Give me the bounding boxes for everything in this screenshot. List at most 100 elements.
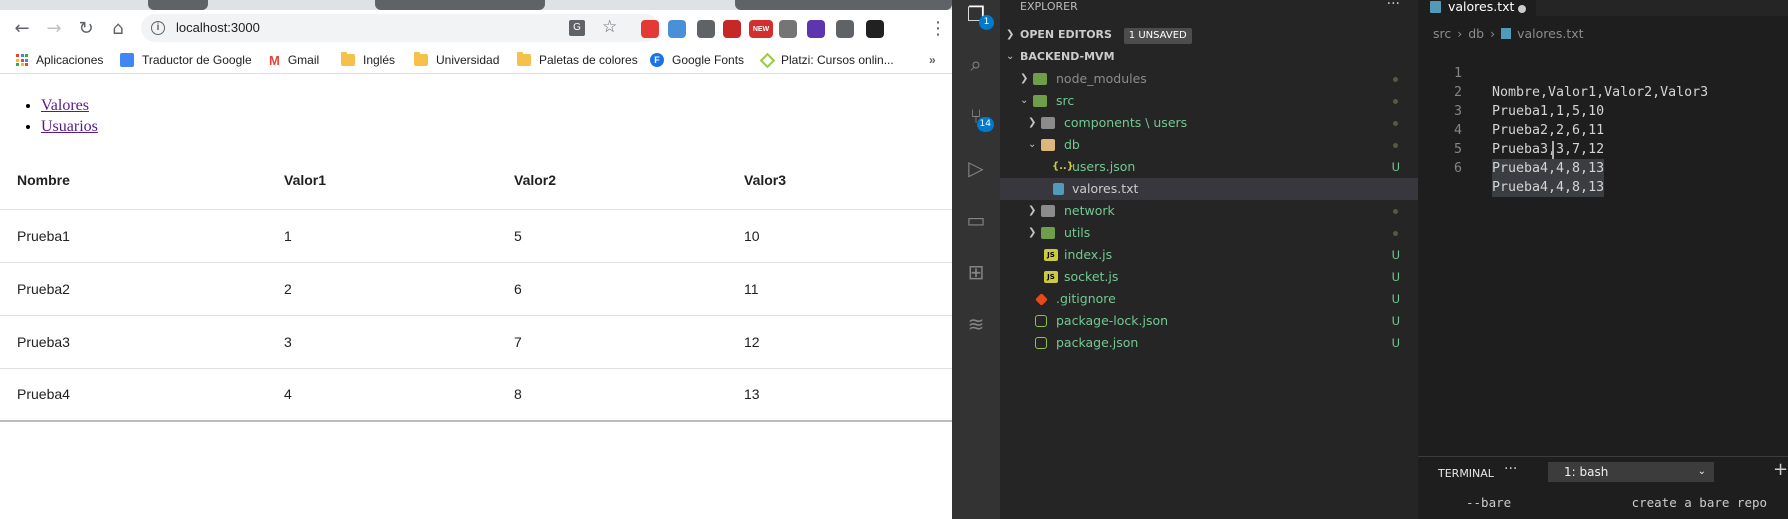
git-file-icon <box>1035 293 1048 306</box>
bookmarks-bar: Aplicaciones Traductor de Google M Gmail… <box>0 46 952 74</box>
bookmark-label: Universidad <box>436 53 500 67</box>
link-valores[interactable]: Valores <box>41 97 89 114</box>
bookmark-label: Aplicaciones <box>36 53 104 67</box>
tree-item-package-json[interactable]: package.json U <box>1000 332 1418 354</box>
folder-icon <box>1041 205 1055 217</box>
extension-blue-icon[interactable] <box>668 20 686 38</box>
explorer-title: EXPLORER <box>1020 0 1078 13</box>
bookmark-translate[interactable]: Traductor de Google <box>120 52 252 68</box>
table-cell: Prueba2 <box>0 262 267 316</box>
docker-icon[interactable]: ≋ <box>962 310 990 338</box>
bookmark-star-icon[interactable]: ☆ <box>602 17 617 37</box>
tree-item-components[interactable]: ❯ components \ users <box>1000 112 1418 134</box>
more-bookmarks-chevron-icon[interactable]: » <box>929 52 936 68</box>
breadcrumb-item[interactable]: src <box>1433 26 1451 41</box>
tree-item-db[interactable]: ⌄ db <box>1000 134 1418 156</box>
bookmark-ingles[interactable]: Inglés <box>341 52 395 68</box>
reload-button[interactable]: ↻ <box>72 14 100 42</box>
section-label: OPEN EDITORS <box>1020 28 1112 41</box>
json-file-icon: {..} <box>1052 161 1074 172</box>
extensions-icon[interactable]: ⊞ <box>962 258 990 286</box>
tree-item-package-lock-json[interactable]: package-lock.json U <box>1000 310 1418 332</box>
text-cursor <box>1552 141 1554 159</box>
browser-tab[interactable] <box>148 0 208 10</box>
git-status-untracked: U <box>1391 314 1400 328</box>
adblock-icon[interactable] <box>641 20 659 38</box>
code-line: 5 Prueba4,4,8,13 <box>1418 121 1788 178</box>
link-usuarios[interactable]: Usuarios <box>41 118 98 135</box>
folder-icon <box>1041 227 1055 239</box>
puzzle-icon[interactable] <box>836 20 854 38</box>
code-line: 6 Prueba4,4,8,13 <box>1418 140 1788 197</box>
bookmark-universidad[interactable]: Universidad <box>414 52 499 68</box>
table-cell: 2 <box>267 262 497 316</box>
tree-item-network[interactable]: ❯ network <box>1000 200 1418 222</box>
translate-icon[interactable]: G <box>569 20 585 36</box>
search-icon[interactable]: ⌕ <box>962 50 990 78</box>
table-row: Prueba1 1 5 10 <box>0 209 952 263</box>
tree-item-gitignore[interactable]: .gitignore U <box>1000 288 1418 310</box>
browser-window: ← → ↻ ⌂ i localhost:3000 G ☆ ⋮ NEW Aplic… <box>0 0 952 519</box>
unsaved-dot-icon[interactable] <box>1518 5 1526 13</box>
scm-badge: 14 <box>976 117 994 132</box>
table-cell: 8 <box>514 386 522 403</box>
tree-item-src[interactable]: ⌄ src <box>1000 90 1418 112</box>
explorer-files-icon[interactable]: ❐ 1 <box>962 0 994 30</box>
back-button[interactable]: ← <box>8 14 36 42</box>
column-header: Valor2 <box>497 151 727 210</box>
git-status-untracked: U <box>1391 292 1400 306</box>
folder-open-icon <box>1041 139 1055 151</box>
extension-purple-icon[interactable] <box>807 20 825 38</box>
table-cell: 1 <box>267 209 497 263</box>
terminal-select[interactable]: 1: bash ⌄ <box>1548 462 1714 482</box>
bookmark-platzi[interactable]: Platzi: Cursos onlin... <box>759 52 894 68</box>
tree-item-socket-js[interactable]: JS socket.js U <box>1000 266 1418 288</box>
tab-terminal[interactable]: TERMINAL <box>1438 467 1494 480</box>
tree-item-index-js[interactable]: JS index.js U <box>1000 244 1418 266</box>
tree-item-label: utils <box>1064 225 1091 240</box>
bookmark-google-fonts[interactable]: F Google Fonts <box>650 52 744 68</box>
open-editors-header[interactable]: ❯ OPEN EDITORS 1 UNSAVED <box>1000 24 1418 46</box>
extension-red-icon[interactable] <box>723 20 741 38</box>
table-cell: Prueba3 <box>0 315 267 369</box>
bookmark-label: Platzi: Cursos onlin... <box>781 53 894 67</box>
vscode-window: ❐ 1 ⌕ ⑂ 14 ▷ ▭ ⊞ ≋ EXPLORER ··· ❯ OPEN E… <box>952 0 1788 519</box>
remote-explorer-icon[interactable]: ▭ <box>962 206 990 234</box>
bookmark-gmail[interactable]: M Gmail <box>269 52 319 68</box>
tree-item-valores-txt[interactable]: valores.txt <box>1000 178 1418 200</box>
bookmark-apps[interactable]: Aplicaciones <box>16 52 103 68</box>
bookmark-paletas[interactable]: Paletas de colores <box>517 52 638 68</box>
source-control-icon[interactable]: ⑂ 14 <box>962 102 994 132</box>
forward-button[interactable]: → <box>40 14 68 42</box>
menu-kebab-icon[interactable]: ⋮ <box>924 14 952 42</box>
tree-item-utils[interactable]: ❯ utils <box>1000 222 1418 244</box>
new-terminal-plus-icon[interactable]: + <box>1773 459 1788 480</box>
home-button[interactable]: ⌂ <box>104 14 132 42</box>
code-editor[interactable]: 1 Nombre,Valor1,Valor2,Valor3 2 Prueba1,… <box>1418 45 1788 197</box>
project-header[interactable]: ⌄ BACKEND-MVM <box>1000 46 1418 68</box>
tree-item-label: components \ users <box>1064 115 1188 130</box>
tree-item-node-modules[interactable]: ❯ node_modules <box>1000 68 1418 90</box>
browser-tab[interactable] <box>375 0 545 10</box>
breadcrumb-item[interactable]: valores.txt <box>1517 26 1583 41</box>
breadcrumb: src › db › valores.txt <box>1433 26 1584 41</box>
text-file-icon <box>1501 28 1512 39</box>
eyedropper-icon[interactable] <box>697 20 715 38</box>
profile-icon[interactable] <box>866 20 884 38</box>
breadcrumb-item[interactable]: db <box>1468 26 1484 41</box>
address-bar[interactable]: i localhost:3000 G ☆ <box>141 14 659 42</box>
extension-gray-icon[interactable] <box>779 20 797 38</box>
more-actions-icon[interactable]: ··· <box>1504 461 1517 477</box>
new-badge-icon[interactable]: NEW <box>749 20 773 38</box>
tree-item-users-json[interactable]: {..} users.json U <box>1000 156 1418 178</box>
browser-tab[interactable] <box>735 0 952 10</box>
run-debug-icon[interactable]: ▷ <box>962 154 990 182</box>
column-header: Valor1 <box>267 151 497 210</box>
table-cell: 10 <box>727 209 952 263</box>
editor-tab-valores-txt[interactable]: valores.txt <box>1418 0 1536 16</box>
more-actions-icon[interactable]: ··· <box>1387 0 1400 12</box>
chevron-right-icon: ❯ <box>1006 29 1015 40</box>
table-cell: 11 <box>727 262 952 316</box>
info-icon[interactable]: i <box>151 21 165 35</box>
apps-icon <box>16 54 28 66</box>
